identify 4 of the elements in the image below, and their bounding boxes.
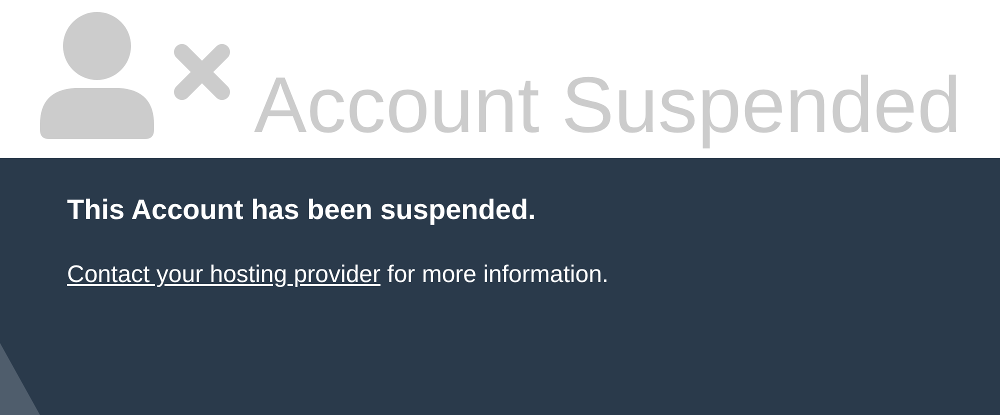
info-text: Contact your hosting provider for more information. (67, 260, 610, 290)
suspension-heading: This Account has been suspended. (67, 193, 537, 227)
contact-link[interactable]: Contact your hosting provider (67, 261, 380, 288)
corner-decoration (0, 343, 40, 415)
